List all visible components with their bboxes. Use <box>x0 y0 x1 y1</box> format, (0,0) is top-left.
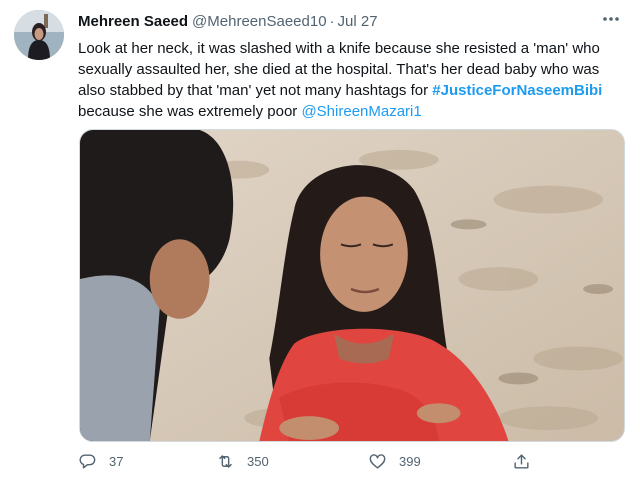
retweet-icon <box>219 455 232 468</box>
tweet-actions: 37 350 399 <box>78 452 548 476</box>
tweet-header: Mehreen Saeed @MehreenSaeed10 · Jul 27 <box>78 12 378 32</box>
avatar[interactable] <box>14 10 64 60</box>
hashtag-link[interactable]: #JusticeForNaseemBibi <box>432 82 602 99</box>
author-handle[interactable]: @MehreenSaeed10 <box>192 13 327 30</box>
like-icon <box>369 454 386 469</box>
retweet-count: 350 <box>247 454 269 469</box>
tweet[interactable]: Mehreen Saeed @MehreenSaeed10 · Jul 27 Look… <box>0 0 640 481</box>
reply-icon <box>79 454 96 469</box>
separator-dot: · <box>329 13 335 30</box>
tweet-photo[interactable] <box>79 129 625 442</box>
like-button[interactable]: 399 <box>368 452 421 471</box>
tweet-text-part2: because she was extremely poor <box>78 103 302 120</box>
tweet-date[interactable]: Jul 27 <box>338 13 378 30</box>
photo-image <box>80 130 624 441</box>
like-count: 399 <box>399 454 421 469</box>
tweet-text: Look at her neck, it was slashed with a … <box>78 38 626 122</box>
retweet-button[interactable]: 350 <box>216 452 269 471</box>
more-dots-icon <box>603 17 619 21</box>
more-icon[interactable] <box>600 8 622 30</box>
reply-button[interactable]: 37 <box>78 452 123 471</box>
author-name[interactable]: Mehreen Saeed <box>78 13 188 30</box>
avatar-image <box>14 10 64 60</box>
share-icon <box>514 454 529 469</box>
share-button[interactable] <box>512 452 531 471</box>
mention-link[interactable]: @ShireenMazari1 <box>301 103 421 120</box>
reply-count: 37 <box>109 454 124 469</box>
